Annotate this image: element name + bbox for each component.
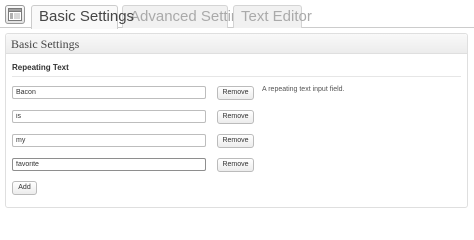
remove-button-4[interactable]: Remove: [217, 158, 254, 172]
remove-button-3[interactable]: Remove: [217, 134, 254, 148]
tab-advanced-settings[interactable]: Advanced Settings: [122, 5, 255, 28]
panel-title: Basic Settings: [11, 37, 80, 51]
section-divider: [12, 76, 461, 77]
tab-basic-settings[interactable]: Basic Settings: [31, 5, 134, 29]
tab-text-editor[interactable]: Text Editor: [233, 5, 312, 28]
remove-button-2[interactable]: Remove: [217, 110, 254, 124]
repeating-text-input-4[interactable]: [12, 158, 206, 171]
section-title: Repeating Text: [12, 63, 69, 72]
panel-header: Basic Settings: [6, 34, 467, 54]
repeating-text-input-1[interactable]: [12, 86, 206, 99]
remove-button-1[interactable]: Remove: [217, 86, 254, 100]
settings-panel: Basic Settings Repeating Text Remove A r…: [5, 33, 468, 208]
repeating-text-input-3[interactable]: [12, 134, 206, 147]
field-description: A repeating text input field.: [262, 86, 345, 93]
repeating-text-input-2[interactable]: [12, 110, 206, 123]
add-button[interactable]: Add: [12, 181, 37, 195]
settings-page-icon: [5, 5, 25, 24]
tab-bar: Basic Settings Advanced Settings Text Ed…: [0, 0, 474, 29]
